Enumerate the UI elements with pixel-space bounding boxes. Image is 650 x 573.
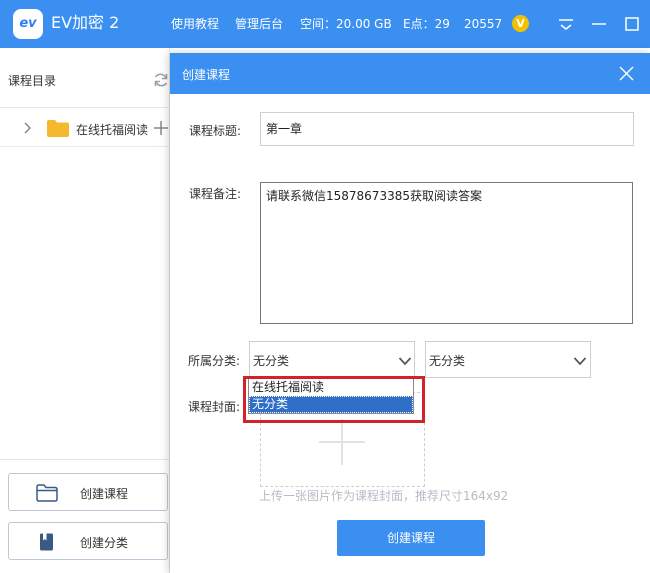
tutorial-link[interactable]: 使用教程 [171, 16, 219, 32]
user-id: 20557 [464, 17, 503, 31]
title-label: 课程标题: [189, 124, 242, 138]
app-title: EV加密 2 [51, 13, 120, 32]
tree-item-label: 在线托福阅读 [76, 123, 148, 137]
category-select[interactable]: 无分类 [249, 341, 415, 378]
highlight-box [243, 376, 425, 423]
create-category-button[interactable]: 创建分类 [8, 522, 168, 560]
title-bar: ev EV加密 2 使用教程 管理后台 空间：20.00 GB E点：29 20… [0, 0, 650, 48]
sidebar-title: 课程目录 [8, 74, 57, 88]
tree-item-course[interactable]: 在线托福阅读 [0, 109, 170, 147]
refresh-icon[interactable] [152, 71, 170, 89]
admin-link[interactable]: 管理后台 [235, 16, 283, 32]
create-course-button[interactable]: 创建课程 [8, 473, 168, 511]
chevron-right-icon[interactable] [22, 121, 34, 135]
subcategory-select-value: 无分类 [429, 354, 466, 368]
cover-label: 课程封面: [188, 400, 241, 414]
create-category-label: 创建分类 [80, 536, 129, 550]
create-course-label: 创建课程 [80, 487, 129, 501]
app-logo: ev [13, 9, 43, 39]
dialog-title: 创建课程 [182, 68, 231, 82]
dialog-header: 创建课程 [170, 53, 650, 94]
chevron-down-icon [573, 355, 587, 366]
folder-icon [47, 120, 69, 137]
sidebar-actions: 创建课程 创建分类 [0, 459, 170, 573]
add-icon[interactable] [153, 120, 169, 136]
menu-icon[interactable] [554, 12, 578, 36]
maximize-icon[interactable] [620, 12, 644, 36]
sidebar-header: 课程目录 [0, 48, 170, 108]
vip-icon[interactable]: V [512, 15, 529, 32]
upload-plus-icon [317, 417, 367, 467]
e-points: E点：29 [403, 17, 450, 31]
category-select-value: 无分类 [253, 354, 290, 368]
create-course-dialog: 创建课程 课程标题: 第一章 课程备注: 请联系微信15878673385获取阅… [170, 53, 650, 573]
chevron-down-icon [398, 355, 412, 366]
folder-outline-icon [36, 484, 58, 502]
book-icon [36, 533, 58, 551]
course-note-textarea[interactable]: 请联系微信15878673385获取阅读答案 [260, 182, 633, 324]
storage-space: 空间：20.00 GB [300, 17, 392, 31]
cover-hint: 上传一张图片作为课程封面，推荐尺寸164x92 [259, 489, 509, 503]
subcategory-select[interactable]: 无分类 [425, 341, 591, 378]
close-icon[interactable] [618, 65, 635, 82]
course-title-input[interactable]: 第一章 [260, 112, 634, 146]
note-label: 课程备注: [189, 187, 242, 201]
minimize-icon[interactable] [587, 12, 611, 36]
course-sidebar: 课程目录 在线托福阅读 创建课程 创建分类 [0, 48, 170, 573]
category-label: 所属分类: [188, 354, 241, 368]
create-course-submit-button[interactable]: 创建课程 [337, 520, 485, 556]
